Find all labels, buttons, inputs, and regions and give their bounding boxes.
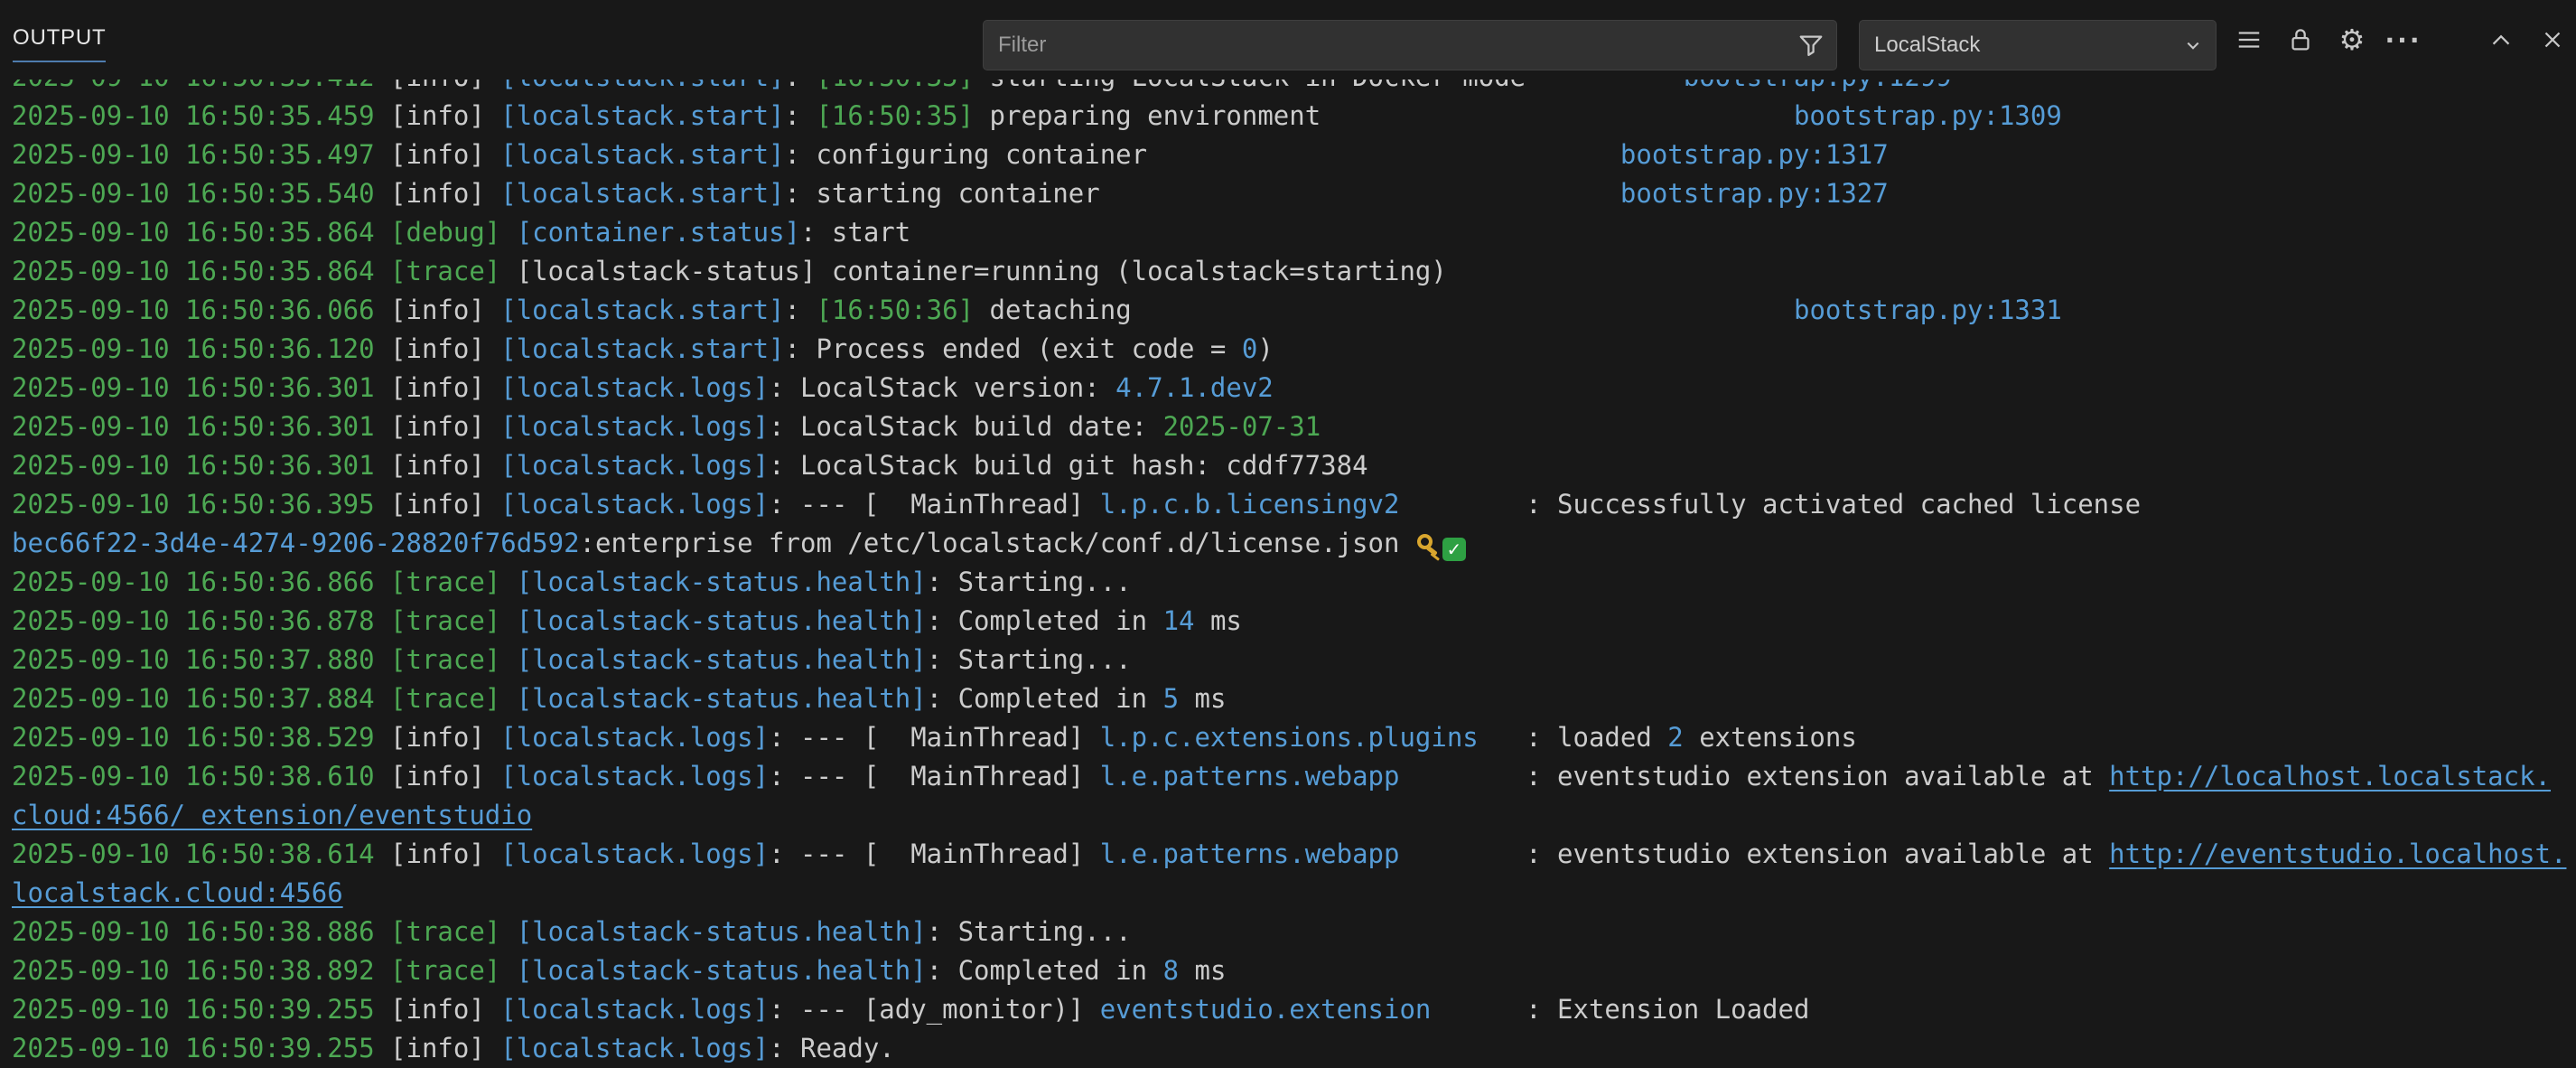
log-line: 2025-09-10 16:50:38.529 [info] [localsta… bbox=[12, 718, 2569, 757]
tab-output[interactable]: OUTPUT bbox=[13, 25, 106, 62]
maximize-panel-icon[interactable] bbox=[2485, 23, 2517, 56]
filter-icon[interactable] bbox=[1797, 32, 1825, 59]
lines-icon[interactable] bbox=[2233, 23, 2265, 56]
log-line: 2025-09-10 16:50:36.301 [info] [localsta… bbox=[12, 446, 2569, 485]
log-line: 2025-09-10 16:50:35.864 [trace] [localst… bbox=[12, 252, 2569, 291]
log-line: 2025-09-10 16:50:36.301 [info] [localsta… bbox=[12, 369, 2569, 408]
file-link[interactable]: bootstrap.py:1317 bbox=[1620, 139, 1889, 170]
panel-actions: ⚙ ··· bbox=[2233, 0, 2569, 80]
url-link[interactable]: cloud:4566/_extension/eventstudio bbox=[12, 800, 532, 830]
file-link[interactable]: bootstrap.py:1309 bbox=[1794, 100, 2062, 131]
log-line: 2025-09-10 16:50:39.255 [info] [localsta… bbox=[12, 990, 2569, 1029]
ellipsis-icon[interactable]: ··· bbox=[2387, 23, 2420, 56]
log-line: 2025-09-10 16:50:37.884 [trace] [localst… bbox=[12, 679, 2569, 718]
log-line: 2025-09-10 16:50:36.066 [info] [localsta… bbox=[12, 291, 2569, 330]
output-channel-label: LocalStack bbox=[1874, 33, 1980, 58]
chevron-down-icon bbox=[2179, 32, 2207, 59]
output-channel-select[interactable]: LocalStack bbox=[1859, 20, 2217, 70]
gear-icon[interactable]: ⚙ bbox=[2336, 23, 2368, 56]
close-panel-icon[interactable] bbox=[2536, 23, 2569, 56]
log-line: 2025-09-10 16:50:36.866 [trace] [localst… bbox=[12, 563, 2569, 602]
log-line: 2025-09-10 16:50:35.540 [info] [localsta… bbox=[12, 174, 2569, 213]
log-line: cloud:4566/_extension/eventstudio bbox=[12, 796, 2569, 835]
log-line: 2025-09-10 16:50:38.610 [info] [localsta… bbox=[12, 757, 2569, 796]
url-link[interactable]: http://localhost.localstack. bbox=[2109, 761, 2551, 792]
file-link[interactable]: bootstrap.py:1331 bbox=[1794, 295, 2062, 325]
panel-header: OUTPUT LocalStack ⚙ · bbox=[0, 0, 2576, 80]
log-line: 2025-09-10 16:50:35.459 [info] [localsta… bbox=[12, 97, 2569, 136]
log-line: 2025-09-10 16:50:37.880 [trace] [localst… bbox=[12, 641, 2569, 679]
log-line: 2025-09-10 16:50:35.864 [debug] [contain… bbox=[12, 213, 2569, 252]
url-link[interactable]: localstack.cloud:4566 bbox=[12, 877, 343, 908]
file-link[interactable]: bootstrap.py:1327 bbox=[1620, 178, 1889, 209]
lock-icon[interactable] bbox=[2284, 23, 2317, 56]
filter-box bbox=[983, 20, 1837, 70]
log-line: 2025-09-10 16:50:36.120 [info] [localsta… bbox=[12, 330, 2569, 369]
url-link[interactable]: http://eventstudio.localhost. bbox=[2109, 838, 2566, 869]
log-line: localstack.cloud:4566 bbox=[12, 874, 2569, 913]
log-line: 2025-09-10 16:50:35.497 [info] [localsta… bbox=[12, 136, 2569, 174]
log-line: 2025-09-10 16:50:38.892 [trace] [localst… bbox=[12, 951, 2569, 990]
log-line: 2025-09-10 16:50:38.614 [info] [localsta… bbox=[12, 835, 2569, 874]
log-line: 2025-09-10 16:50:36.395 [info] [localsta… bbox=[12, 485, 2569, 524]
filter-input[interactable] bbox=[983, 20, 1837, 70]
log-line: bec66f22-3d4e-4274-9206-28820f76d592:ent… bbox=[12, 524, 2569, 563]
log-line: 2025-09-10 16:50:36.301 [info] [localsta… bbox=[12, 408, 2569, 446]
log-output: 2025-09-10 16:50:35.412 [info] [localsta… bbox=[0, 58, 2576, 1068]
log-line: 2025-09-10 16:50:39.255 [info] [localsta… bbox=[12, 1029, 2569, 1068]
check-emoji bbox=[1442, 538, 1466, 561]
key-emoji bbox=[1415, 532, 1442, 556]
log-line: 2025-09-10 16:50:36.878 [trace] [localst… bbox=[12, 602, 2569, 641]
log-line: 2025-09-10 16:50:38.886 [trace] [localst… bbox=[12, 913, 2569, 951]
